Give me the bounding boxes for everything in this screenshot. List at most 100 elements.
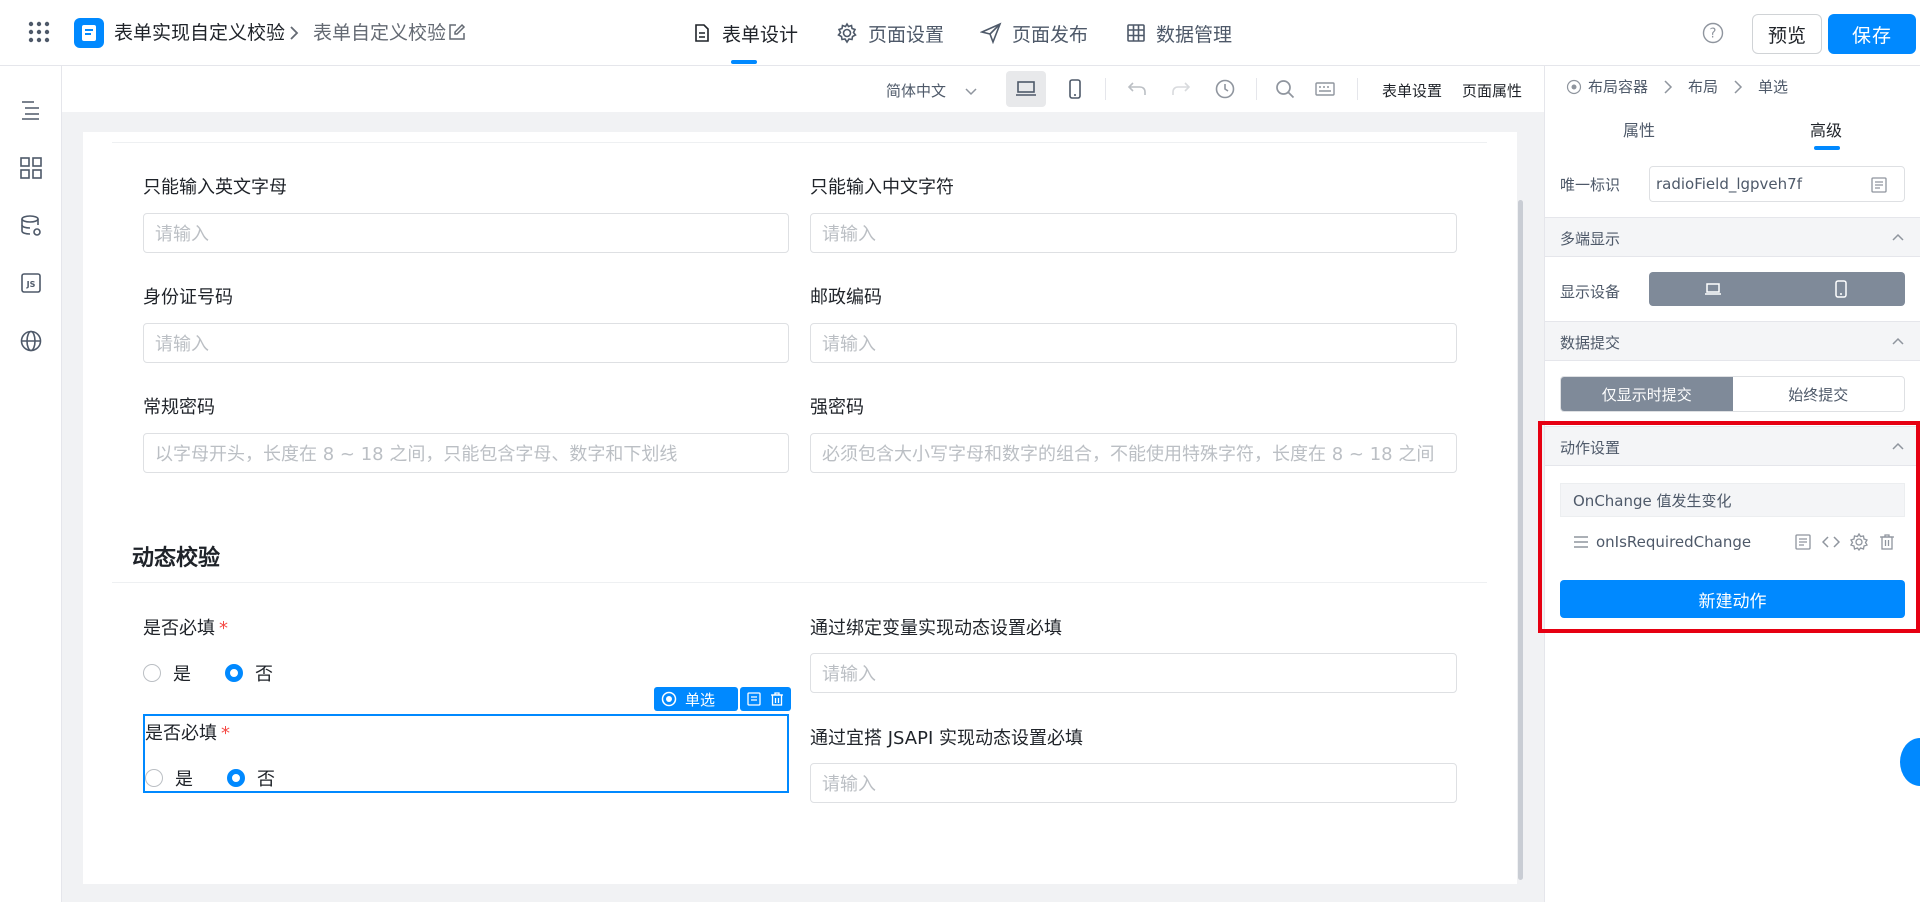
data-submit-section-header[interactable]: 数据提交 xyxy=(1545,321,1920,361)
radio-checked[interactable] xyxy=(227,769,245,787)
page-properties-link[interactable]: 页面属性 xyxy=(1462,80,1522,101)
radio-unchecked[interactable] xyxy=(143,664,161,682)
tab-advanced[interactable]: 高级 xyxy=(1810,117,1842,141)
components-icon[interactable] xyxy=(19,156,43,180)
toolbar-divider xyxy=(1357,78,1358,100)
chinese-chars-input[interactable]: 请输入 xyxy=(810,213,1457,253)
left-sidebar xyxy=(0,66,62,902)
required-radio-group: 是 否 xyxy=(143,660,307,686)
chevron-right-icon xyxy=(284,23,304,43)
gear-icon xyxy=(836,22,858,44)
active-tab-indicator xyxy=(731,60,757,64)
radio-unchecked[interactable] xyxy=(145,769,163,787)
document-icon xyxy=(692,23,712,43)
toolbar-divider xyxy=(1256,78,1257,100)
radio-option-yes[interactable]: 是 xyxy=(143,660,191,686)
outline-icon[interactable] xyxy=(19,98,43,122)
field-label: 只能输入英文字母 xyxy=(143,177,287,198)
tab-data-management[interactable]: 数据管理 xyxy=(1126,18,1232,48)
required-mark: * xyxy=(219,618,228,639)
history-icon[interactable] xyxy=(1215,79,1235,99)
tab-label: 页面发布 xyxy=(1012,23,1089,46)
component-breadcrumb: 布局容器 布局 单选 xyxy=(1566,76,1788,97)
copy-icon[interactable] xyxy=(1870,176,1888,194)
app-title[interactable]: 表单实现自定义校验 xyxy=(114,20,285,46)
breadcrumb-item[interactable]: 单选 xyxy=(1758,76,1788,97)
desktop-icon xyxy=(1704,281,1722,297)
mobile-icon[interactable] xyxy=(1065,79,1085,99)
edit-icon[interactable] xyxy=(448,23,466,41)
postal-code-input[interactable]: 请输入 xyxy=(810,323,1457,363)
field-label: 通过宜搭 JSAPI 实现动态设置必填 xyxy=(810,728,1083,749)
uid-input[interactable]: radioField_lgpveh7f xyxy=(1649,166,1905,202)
tab-properties[interactable]: 属性 xyxy=(1623,117,1655,141)
desktop-icon xyxy=(1016,80,1036,98)
svg-text:?: ? xyxy=(1710,27,1717,42)
regular-password-input[interactable]: 以字母开头，长度在 8 ~ 18 之间，只能包含字母、数字和下划线 xyxy=(143,433,789,473)
chevron-right-icon xyxy=(1732,79,1744,94)
form-settings-link[interactable]: 表单设置 xyxy=(1382,80,1442,101)
chevron-down-icon xyxy=(964,84,978,98)
copy-icon[interactable] xyxy=(746,691,762,707)
field-label: 身份证号码 xyxy=(143,287,233,308)
globe-icon[interactable] xyxy=(19,329,43,353)
submit-mode-toggle: 仅显示时提交 始终提交 xyxy=(1560,376,1905,412)
section-title: 数据提交 xyxy=(1560,334,1621,352)
app-logo-icon xyxy=(74,18,104,48)
language-value: 简体中文 xyxy=(886,82,947,100)
tab-form-design[interactable]: 表单设计 xyxy=(692,18,798,48)
strong-password-input[interactable]: 必须包含大小写字母和数字的组合，不能使用特殊字符，长度在 8 ~ 18 之间 xyxy=(810,433,1457,473)
radio-option-no[interactable]: 否 xyxy=(227,765,275,791)
jsapi-input[interactable]: 请输入 xyxy=(810,763,1457,803)
breadcrumb-item[interactable]: 布局容器 xyxy=(1588,76,1648,97)
apps-grid-icon[interactable] xyxy=(28,21,50,43)
keyboard-icon[interactable] xyxy=(1315,79,1335,99)
section-title: 多端显示 xyxy=(1560,230,1621,248)
required-field-label: 是否必填 * xyxy=(143,618,228,639)
section-divider xyxy=(112,582,1487,583)
tab-page-settings[interactable]: 页面设置 xyxy=(836,18,944,48)
id-number-input[interactable]: 请输入 xyxy=(143,323,789,363)
send-icon xyxy=(980,22,1002,44)
section-divider xyxy=(112,142,1487,143)
language-select[interactable]: 简体中文 xyxy=(886,80,978,101)
redo-icon[interactable] xyxy=(1171,79,1191,99)
tab-page-publish[interactable]: 页面发布 xyxy=(980,18,1088,48)
help-icon[interactable]: ? xyxy=(1702,22,1724,44)
chevron-right-icon xyxy=(1662,79,1674,94)
multi-display-section-header[interactable]: 多端显示 xyxy=(1545,217,1920,257)
submit-when-shown-option[interactable]: 仅显示时提交 xyxy=(1561,377,1733,411)
table-icon xyxy=(1126,23,1146,43)
desktop-device-option[interactable] xyxy=(1649,272,1777,306)
mobile-icon xyxy=(1834,280,1848,298)
required-field-label: 是否必填 * xyxy=(145,723,230,744)
submit-always-option[interactable]: 始终提交 xyxy=(1733,377,1905,411)
selected-component-tag[interactable]: 单选 xyxy=(654,687,738,711)
field-label: 只能输入中文字符 xyxy=(810,177,954,198)
search-icon[interactable] xyxy=(1275,79,1295,99)
required-mark: * xyxy=(221,723,230,744)
preview-button[interactable]: 预览 xyxy=(1752,14,1822,54)
radio-checked[interactable] xyxy=(225,664,243,682)
radio-option-no[interactable]: 否 xyxy=(225,660,273,686)
js-icon[interactable]: JS xyxy=(19,271,43,295)
svg-text:JS: JS xyxy=(26,280,36,289)
mobile-device-option[interactable] xyxy=(1777,272,1905,306)
required-radio-group: 是 否 xyxy=(145,765,309,791)
save-button[interactable]: 保存 xyxy=(1828,14,1916,54)
uid-label: 唯一标识 xyxy=(1560,176,1621,194)
desktop-view-button[interactable] xyxy=(1006,71,1046,107)
radio-option-yes[interactable]: 是 xyxy=(145,765,193,791)
english-letters-input[interactable]: 请输入 xyxy=(143,213,789,253)
bind-variable-input[interactable]: 请输入 xyxy=(810,653,1457,693)
delete-icon[interactable] xyxy=(769,691,785,707)
canvas-scrollbar[interactable] xyxy=(1518,200,1523,880)
section-title: 动态校验 xyxy=(132,546,221,571)
component-actions xyxy=(740,687,791,711)
toolbar-divider xyxy=(1105,78,1106,100)
undo-icon[interactable] xyxy=(1127,79,1147,99)
field-label: 通过绑定变量实现动态设置必填 xyxy=(810,618,1062,639)
form-name: 表单自定义校验 xyxy=(313,22,447,44)
data-source-icon[interactable] xyxy=(19,214,43,238)
breadcrumb-item[interactable]: 布局 xyxy=(1688,76,1718,97)
